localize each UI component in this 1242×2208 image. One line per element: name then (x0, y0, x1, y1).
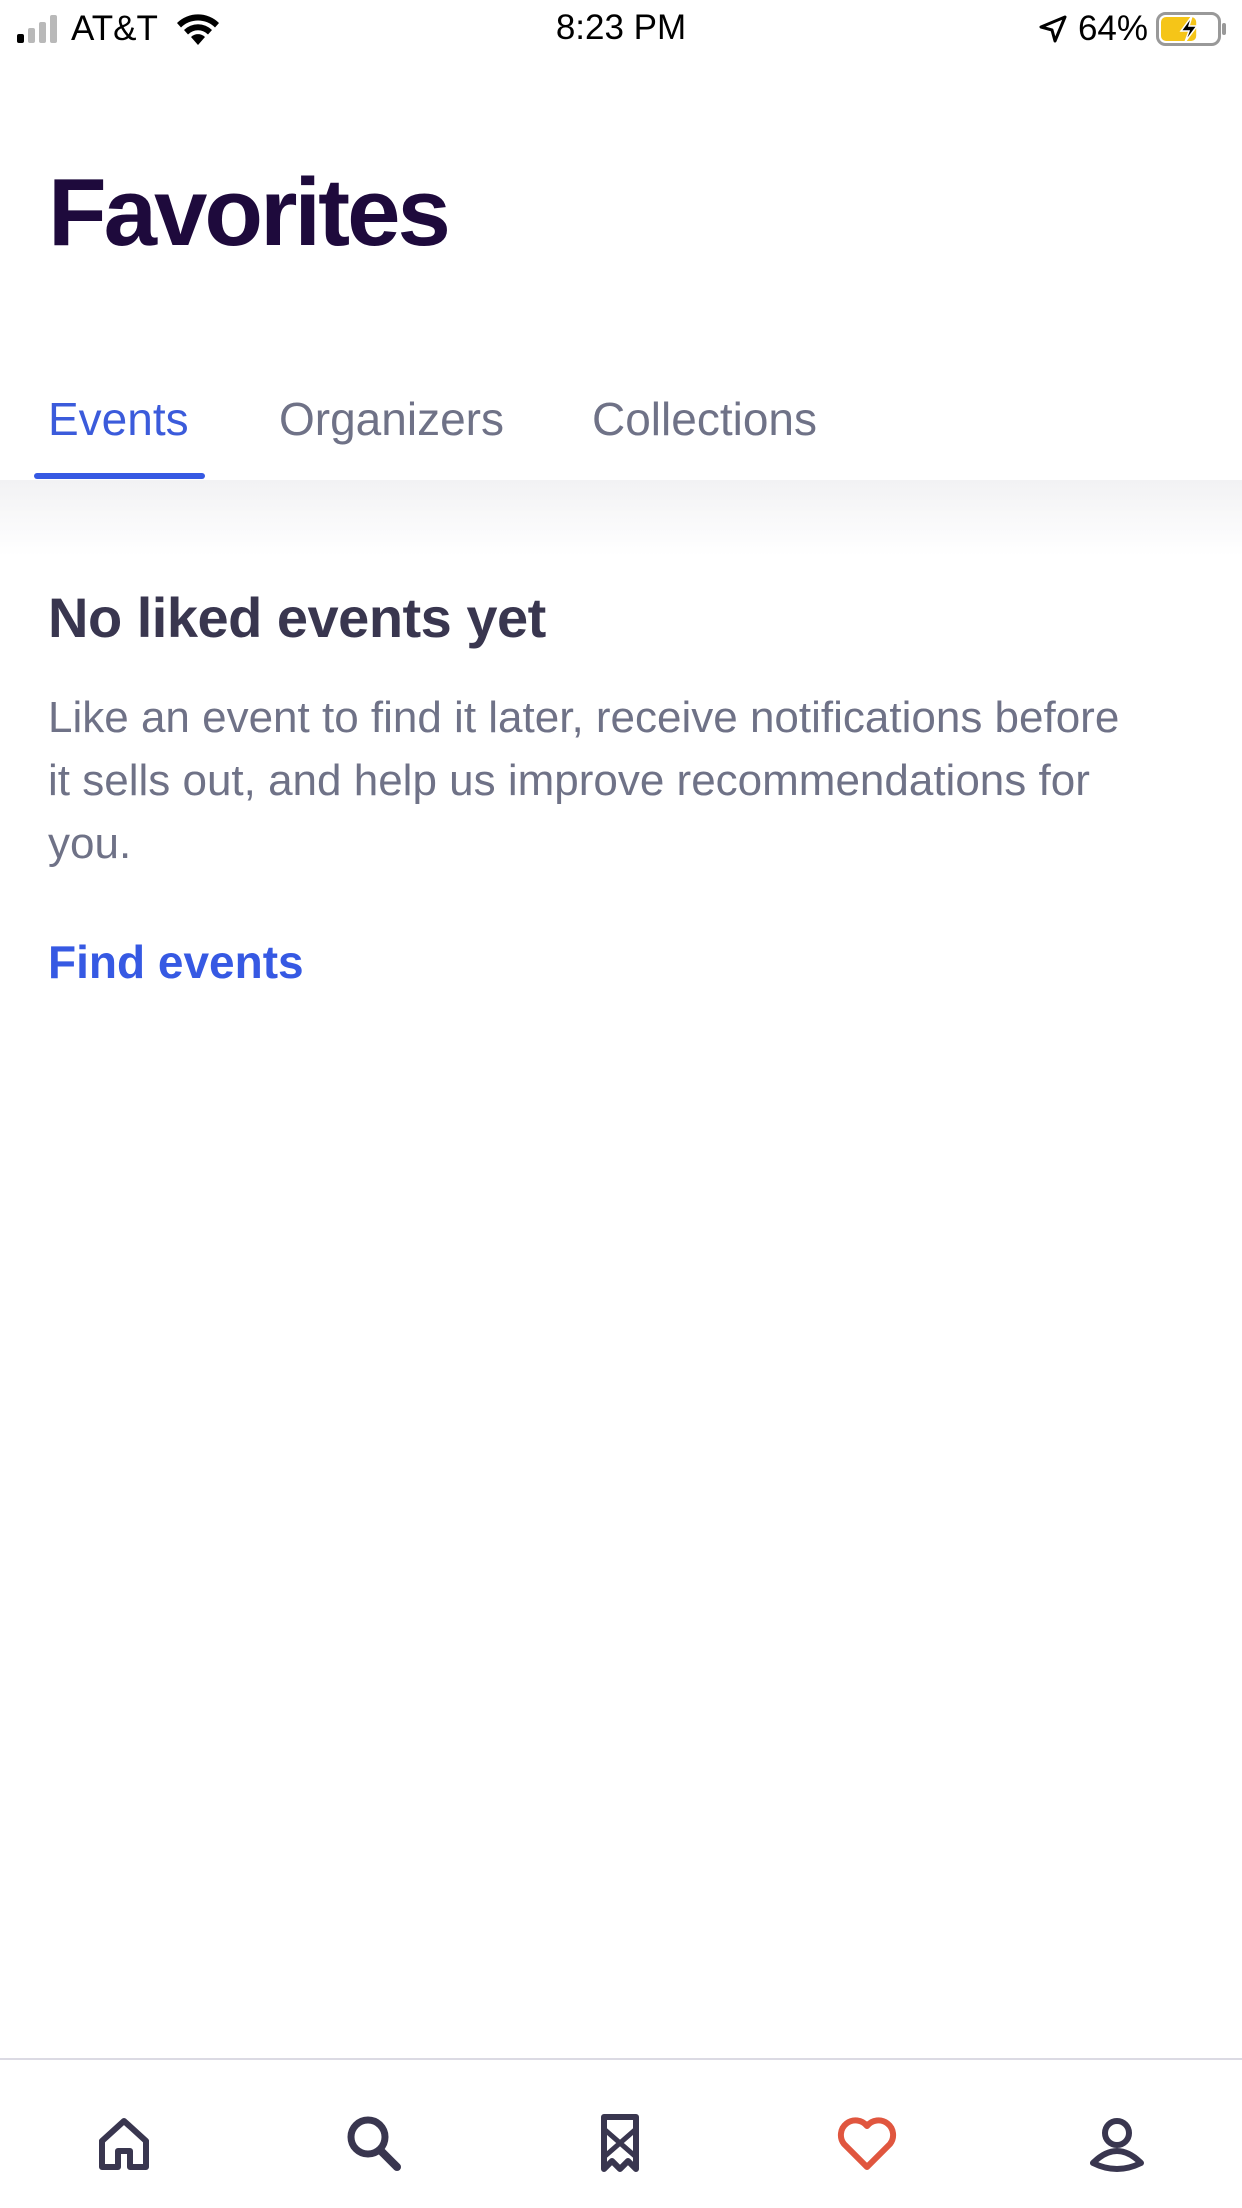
location-arrow-icon (1039, 15, 1067, 43)
bottom-nav (0, 2058, 1242, 2208)
tab-events[interactable]: Events (48, 392, 189, 446)
nav-home-button[interactable] (89, 2108, 159, 2178)
page-title: Favorites (48, 159, 451, 266)
empty-state-title: No liked events yet (48, 586, 546, 649)
nav-search-button[interactable] (338, 2108, 408, 2178)
battery-percent: 64% (1077, 9, 1148, 48)
status-right: 64% (1038, 8, 1228, 50)
tabs-shadow (0, 480, 1242, 556)
home-icon (99, 2118, 149, 2170)
nav-likes-button[interactable] (832, 2108, 902, 2178)
active-tab-indicator (34, 473, 205, 479)
find-events-link[interactable]: Find events (48, 935, 304, 989)
battery-charging-icon (1156, 12, 1226, 46)
tab-collections[interactable]: Collections (592, 392, 817, 446)
empty-state-description: Like an event to find it later, receive … (48, 693, 1120, 868)
nav-tickets-button[interactable] (585, 2108, 655, 2178)
status-bar: AT&T 8:23 PM 64% (0, 0, 1242, 62)
search-icon (347, 2116, 401, 2171)
ticket-icon (601, 2114, 639, 2172)
heart-icon (837, 2117, 897, 2170)
favorites-screen: AT&T 8:23 PM 64% Favorites Events Organi… (0, 0, 1242, 2208)
tab-organizers[interactable]: Organizers (279, 392, 504, 446)
profile-icon (1090, 2118, 1144, 2172)
nav-profile-button[interactable] (1082, 2108, 1152, 2178)
favorites-tabs: Events Organizers Collections (0, 380, 1242, 480)
